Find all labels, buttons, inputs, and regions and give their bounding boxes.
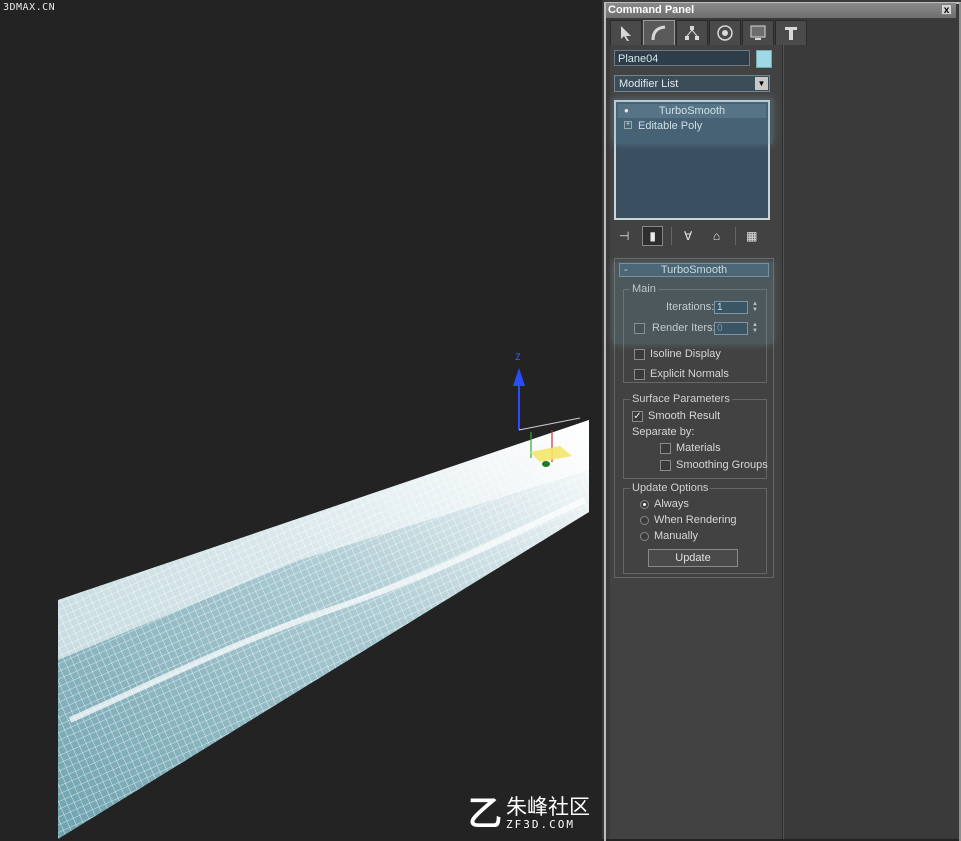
modify-arc-icon bbox=[651, 25, 666, 41]
watermark-cn: 朱峰社区 bbox=[506, 795, 590, 819]
explicit-normals-checkbox[interactable] bbox=[634, 369, 645, 380]
toolbar-separator bbox=[670, 227, 672, 245]
viewport-perspective[interactable]: 3DMAX.CN Z 乙 朱峰社区 ZF3D.COM bbox=[0, 0, 602, 839]
hierarchy-icon bbox=[685, 26, 699, 40]
tab-display[interactable] bbox=[742, 20, 774, 46]
command-panel-tabs bbox=[610, 20, 808, 46]
smoothing-groups-label: Smoothing Groups bbox=[676, 459, 768, 471]
object-name-field[interactable]: Plane04 bbox=[614, 50, 750, 66]
command-panel-empty-area bbox=[783, 45, 954, 839]
show-end-result-button[interactable]: ▮ bbox=[642, 226, 663, 246]
close-button[interactable]: x bbox=[941, 4, 952, 16]
command-panel: Command Panel x Plane04 Modifier List ▼ bbox=[602, 0, 961, 841]
group-surface-title: Surface Parameters bbox=[630, 393, 732, 405]
watermark-bottom-right: 乙 朱峰社区 ZF3D.COM bbox=[468, 796, 590, 831]
smooth-result-label: Smooth Result bbox=[648, 410, 721, 422]
radio-always[interactable] bbox=[640, 500, 649, 509]
radio-manually-label: Manually bbox=[654, 530, 699, 542]
viewport-canvas[interactable] bbox=[0, 0, 602, 839]
watermark-url: ZF3D.COM bbox=[506, 818, 575, 831]
tab-hierarchy[interactable] bbox=[676, 20, 708, 46]
motion-icon bbox=[717, 25, 733, 41]
smooth-result-checkbox[interactable]: ✓ bbox=[632, 411, 643, 422]
utilities-hammer-icon bbox=[785, 27, 797, 40]
group-surface-parameters: Surface Parameters ✓ Smooth Result Separ… bbox=[623, 393, 768, 479]
group-update-title: Update Options bbox=[630, 482, 711, 494]
tab-utilities[interactable] bbox=[775, 20, 807, 46]
smoothing-groups-checkbox[interactable] bbox=[660, 460, 671, 471]
highlight-main-group bbox=[613, 262, 773, 344]
pin-icon: ⊣ bbox=[618, 229, 630, 243]
materials-checkbox[interactable] bbox=[660, 443, 671, 454]
configure-icon: ▦ bbox=[746, 229, 758, 243]
cursor-icon bbox=[621, 26, 631, 41]
zf-logo-icon: 乙 bbox=[468, 793, 502, 834]
tab-modify[interactable] bbox=[643, 20, 675, 46]
configure-sets-button[interactable]: ▦ bbox=[742, 226, 762, 246]
toolbar-separator bbox=[734, 227, 736, 245]
radio-when-rendering-label: When Rendering bbox=[654, 514, 737, 526]
highlight-stack bbox=[613, 98, 773, 144]
modifier-list-dropdown[interactable]: Modifier List ▼ bbox=[614, 75, 770, 92]
radio-always-label: Always bbox=[654, 498, 689, 510]
command-panel-titlebar[interactable]: Command Panel x bbox=[606, 3, 956, 18]
make-unique-button[interactable]: ∀ bbox=[678, 226, 698, 246]
tab-motion[interactable] bbox=[709, 20, 741, 46]
tab-create[interactable] bbox=[610, 20, 642, 46]
pin-stack-button[interactable]: ⊣ bbox=[614, 226, 634, 246]
display-icon bbox=[750, 25, 766, 40]
isoline-display-label: Isoline Display bbox=[650, 348, 721, 360]
stack-toolbar: ⊣ ▮ ∀ ⌂ ▦ bbox=[614, 224, 770, 248]
watermark-top-left: 3DMAX.CN bbox=[3, 2, 56, 13]
radio-when-rendering[interactable] bbox=[640, 516, 649, 525]
chevron-down-icon[interactable]: ▼ bbox=[755, 77, 768, 90]
update-button[interactable]: Update bbox=[648, 549, 738, 567]
make-unique-icon: ∀ bbox=[683, 229, 693, 243]
separate-by-label: Separate by: bbox=[632, 426, 695, 438]
object-color-swatch[interactable] bbox=[756, 50, 772, 68]
radio-manually[interactable] bbox=[640, 532, 649, 541]
group-update-options: Update Options Always When Rendering Man… bbox=[623, 482, 767, 574]
explicit-normals-label: Explicit Normals bbox=[650, 368, 729, 380]
watermark-text: 朱峰社区 ZF3D.COM bbox=[506, 796, 590, 831]
command-panel-title: Command Panel bbox=[608, 4, 695, 16]
end-result-icon: ▮ bbox=[649, 229, 656, 243]
modifier-list-label: Modifier List bbox=[619, 78, 679, 90]
materials-label: Materials bbox=[676, 442, 721, 454]
remove-modifier-button[interactable]: ⌂ bbox=[706, 226, 726, 246]
axis-z-label: Z bbox=[515, 353, 521, 363]
isoline-display-checkbox[interactable] bbox=[634, 349, 645, 360]
modify-panel: Plane04 Modifier List ▼ ● TurboSmooth + … bbox=[610, 45, 783, 839]
trash-icon: ⌂ bbox=[712, 229, 721, 243]
